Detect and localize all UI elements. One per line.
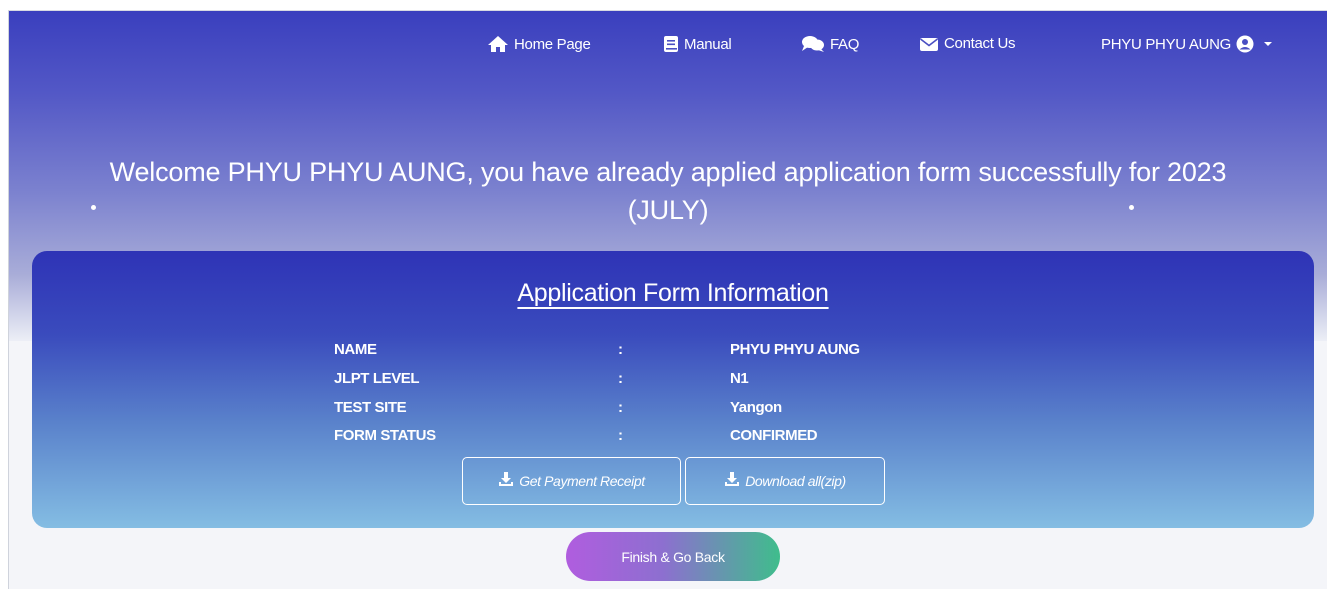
welcome-line-1: Welcome PHYU PHYU AUNG, you have already… [109,157,1227,187]
field-separator: : [618,370,623,387]
field-label: JLPT LEVEL [334,370,420,387]
field-separator: : [618,341,623,358]
info-row-jlpt-level: JLPT LEVEL : N1 [32,370,1314,396]
field-value: N1 [730,370,749,387]
nav-manual[interactable]: Manual [663,35,732,53]
field-value: Yangon [730,399,782,416]
nav-home[interactable]: Home Page [487,35,591,53]
download-icon [724,472,740,490]
nav-contact[interactable]: Contact Us [919,35,1016,52]
user-name: PHYU PHYU AUNG [1101,35,1231,53]
field-label: FORM STATUS [334,427,436,444]
info-row-test-site: TEST SITE : Yangon [32,399,1314,425]
user-menu[interactable]: PHYU PHYU AUNG [1101,35,1273,53]
book-icon [663,35,679,53]
chevron-down-icon [1263,40,1273,48]
card-title: Application Form Information [32,279,1314,308]
download-all-zip-button[interactable]: Download all(zip) [685,457,885,505]
info-row-form-status: FORM STATUS : CONFIRMED [32,427,1314,453]
field-value: PHYU PHYU AUNG [730,341,860,358]
download-icon [498,472,514,490]
application-info-card: Application Form Information NAME : PHYU… [32,251,1314,528]
field-label: TEST SITE [334,399,407,416]
welcome-message: Welcome PHYU PHYU AUNG, you have already… [9,153,1327,229]
page-frame: Home Page Manual FAQ Contact Us PHYU PHY… [8,10,1327,589]
field-value: CONFIRMED [730,427,818,444]
field-separator: : [618,399,623,416]
download-button-label: Download all(zip) [745,473,846,489]
finish-go-back-button[interactable]: Finish & Go Back [566,532,780,581]
nav-home-label: Home Page [514,35,591,53]
info-row-name: NAME : PHYU PHYU AUNG [32,341,1314,367]
field-separator: : [618,427,623,444]
field-label: NAME [334,341,377,358]
top-nav: Home Page Manual FAQ Contact Us PHYU PHY… [9,35,1327,59]
nav-contact-label: Contact Us [944,35,1016,52]
welcome-line-2: (JULY) [627,195,709,225]
user-circle-icon [1236,35,1254,53]
get-payment-receipt-button[interactable]: Get Payment Receipt [462,457,681,505]
receipt-button-label: Get Payment Receipt [519,473,645,489]
envelope-icon [919,36,939,52]
nav-faq-label: FAQ [830,35,860,53]
nav-faq[interactable]: FAQ [801,35,859,53]
decorative-dot [1129,205,1134,210]
comments-icon [801,35,825,53]
card-title-text: Application Form Information [517,279,829,307]
nav-manual-label: Manual [684,35,732,53]
home-icon [487,35,509,53]
decorative-dot [91,205,96,210]
